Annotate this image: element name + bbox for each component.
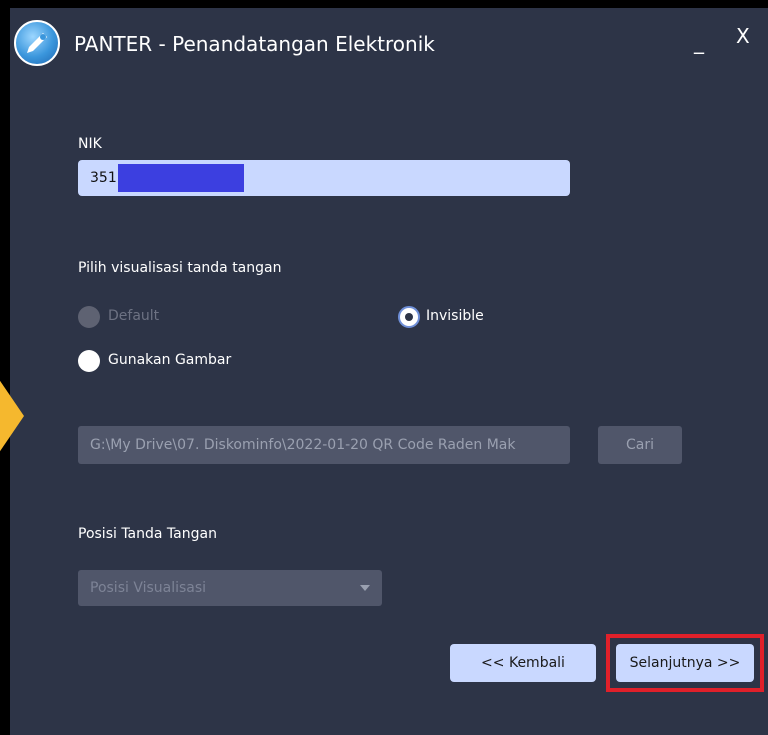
nik-label: NIK [78, 136, 102, 152]
image-path-input: G:\My Drive\07. Diskominfo\2022-01-20 QR… [78, 426, 570, 464]
title-bar: PANTER - Penandatangan Elektronik _ X [10, 8, 768, 74]
redaction-block [118, 164, 244, 192]
position-placeholder: Posisi Visualisasi [90, 580, 207, 596]
position-select: Posisi Visualisasi [78, 570, 382, 606]
annotation-arrow-icon [0, 372, 24, 460]
image-path-value: G:\My Drive\07. Diskominfo\2022-01-20 QR… [90, 437, 516, 453]
next-button[interactable]: Selanjutnya >> [616, 644, 754, 682]
radio-selected-dot [405, 313, 413, 321]
radio-default [78, 306, 100, 328]
browse-button: Cari [598, 426, 682, 464]
visualization-label: Pilih visualisasi tanda tangan [78, 260, 282, 276]
position-label: Posisi Tanda Tangan [78, 526, 217, 542]
radio-gunakan-gambar[interactable] [78, 350, 100, 372]
minimize-button[interactable]: _ [694, 30, 704, 54]
window-title: PANTER - Penandatangan Elektronik [74, 32, 435, 56]
radio-gunakan-gambar-label[interactable]: Gunakan Gambar [108, 352, 231, 368]
radio-default-label: Default [108, 308, 160, 324]
radio-invisible-label[interactable]: Invisible [426, 308, 484, 324]
close-button[interactable]: X [736, 24, 750, 48]
nik-value: 351 [90, 170, 117, 186]
radio-invisible[interactable] [398, 306, 420, 328]
panter-pen-logo-icon [14, 20, 60, 66]
app-window: PANTER - Penandatangan Elektronik _ X NI… [10, 8, 768, 735]
chevron-down-icon [360, 585, 370, 591]
back-button[interactable]: << Kembali [450, 644, 596, 682]
